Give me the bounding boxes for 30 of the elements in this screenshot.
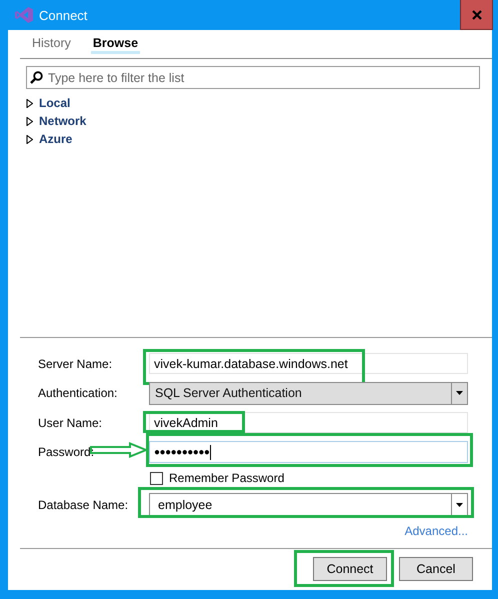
field-label: User Name: bbox=[38, 416, 104, 430]
window-title: Connect bbox=[39, 8, 88, 22]
expand-triangle-icon[interactable] bbox=[26, 134, 33, 144]
checkbox[interactable] bbox=[150, 472, 163, 484]
password-field[interactable]: ●●●●●●●●●● bbox=[149, 441, 468, 463]
close-button[interactable] bbox=[460, 0, 493, 30]
dropdown-caret-icon bbox=[456, 502, 463, 506]
field-label: Server Name: bbox=[38, 356, 114, 370]
dropdown[interactable]: employee bbox=[149, 493, 468, 516]
filter-field[interactable]: Type here to filter the list bbox=[26, 66, 480, 89]
close-icon bbox=[472, 10, 482, 20]
search-icon bbox=[30, 71, 43, 84]
expand-triangle-icon[interactable] bbox=[26, 116, 33, 126]
tree-item[interactable]: Azure bbox=[39, 132, 72, 146]
input-field[interactable]: vivek-kumar.database.windows.net bbox=[149, 353, 468, 374]
field-label: Password: bbox=[38, 445, 96, 459]
tree-item[interactable]: Network bbox=[39, 114, 86, 128]
field-label: Database Name: bbox=[38, 498, 130, 512]
expand-triangle-icon[interactable] bbox=[26, 98, 33, 108]
cancel-button[interactable]: Cancel bbox=[399, 557, 473, 581]
tab[interactable]: Browse bbox=[90, 31, 140, 54]
dropdown-caret-icon bbox=[456, 391, 463, 395]
tab[interactable]: History bbox=[30, 31, 73, 54]
advanced-link[interactable]: Advanced... bbox=[404, 524, 468, 548]
infinity-logo-icon bbox=[15, 7, 33, 23]
field-label: Authentication: bbox=[38, 386, 118, 400]
connect-button[interactable]: Connect bbox=[313, 557, 387, 581]
input-field[interactable]: vivekAdmin bbox=[149, 412, 468, 433]
checkbox-label: Remember Password bbox=[169, 471, 284, 485]
tree-item[interactable]: Local bbox=[39, 96, 70, 110]
